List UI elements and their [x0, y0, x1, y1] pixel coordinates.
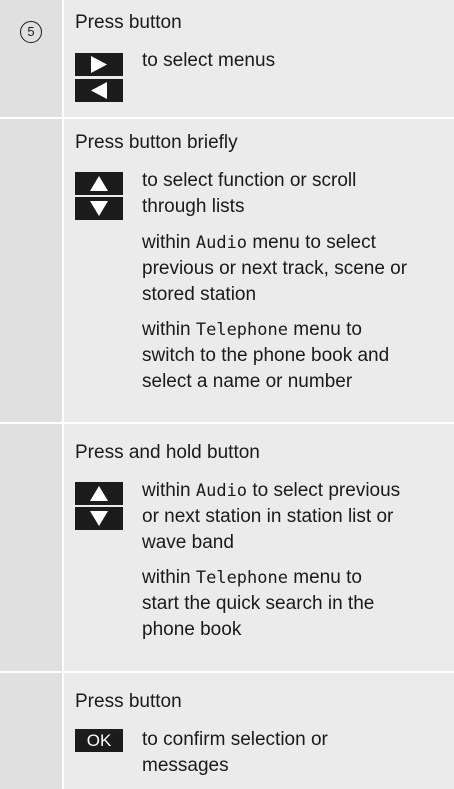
text-fragment: to select previous — [247, 480, 401, 501]
audio-menu-line: within Audio menu to select — [142, 230, 376, 256]
row-divider — [0, 422, 454, 424]
telephone-menu-line: switch to the phone book and — [142, 345, 390, 366]
section-heading: Press button briefly — [75, 132, 238, 153]
section-heading: Press and hold button — [75, 442, 260, 463]
telephone-hold-line: start the quick search in the — [142, 593, 375, 614]
text-fragment: menu to — [287, 567, 362, 588]
audio-hold-line: or next station in station list or — [142, 506, 394, 527]
section-heading: Press button — [75, 691, 182, 712]
down-arrow-key — [75, 197, 123, 220]
function-text-line: to select function or scroll — [142, 170, 357, 191]
telephone-menu-code: Telephone — [195, 320, 288, 340]
text-fragment: within — [142, 232, 196, 253]
text-fragment: within — [142, 567, 196, 588]
row-divider — [0, 117, 454, 119]
confirm-text-line: to confirm selection or — [142, 729, 328, 750]
audio-menu-code: Audio — [195, 233, 248, 253]
row-divider — [0, 671, 454, 673]
audio-menu-code: Audio — [195, 481, 248, 501]
confirm-text-line: messages — [142, 755, 229, 776]
text-fragment: menu to select — [247, 232, 376, 253]
section-heading: Press button — [75, 12, 182, 33]
down-arrow-key — [75, 507, 123, 530]
telephone-menu-code: Telephone — [195, 568, 288, 588]
audio-hold-line: within Audio to select previous — [142, 478, 400, 504]
text-fragment: menu to — [287, 319, 362, 340]
audio-menu-line: stored station — [142, 284, 257, 305]
audio-hold-line: wave band — [142, 532, 234, 553]
telephone-hold-line: phone book — [142, 619, 242, 640]
right-arrow-key — [75, 53, 123, 76]
instruction-table: 5 Press button to select menus Press but… — [0, 0, 454, 789]
function-text-line: through lists — [142, 196, 245, 217]
audio-menu-line: previous or next track, scene or — [142, 258, 408, 279]
ok-key: OK — [75, 729, 123, 752]
left-arrow-key — [75, 79, 123, 102]
text-fragment: within — [142, 480, 196, 501]
telephone-menu-line: select a name or number — [142, 371, 353, 392]
menu-select-text: to select menus — [142, 50, 276, 71]
step-number-badge: 5 — [20, 21, 42, 43]
up-arrow-key — [75, 482, 123, 505]
up-arrow-key — [75, 172, 123, 195]
telephone-menu-line: within Telephone menu to — [142, 317, 362, 343]
text-fragment: within — [142, 319, 196, 340]
telephone-hold-line: within Telephone menu to — [142, 565, 362, 591]
